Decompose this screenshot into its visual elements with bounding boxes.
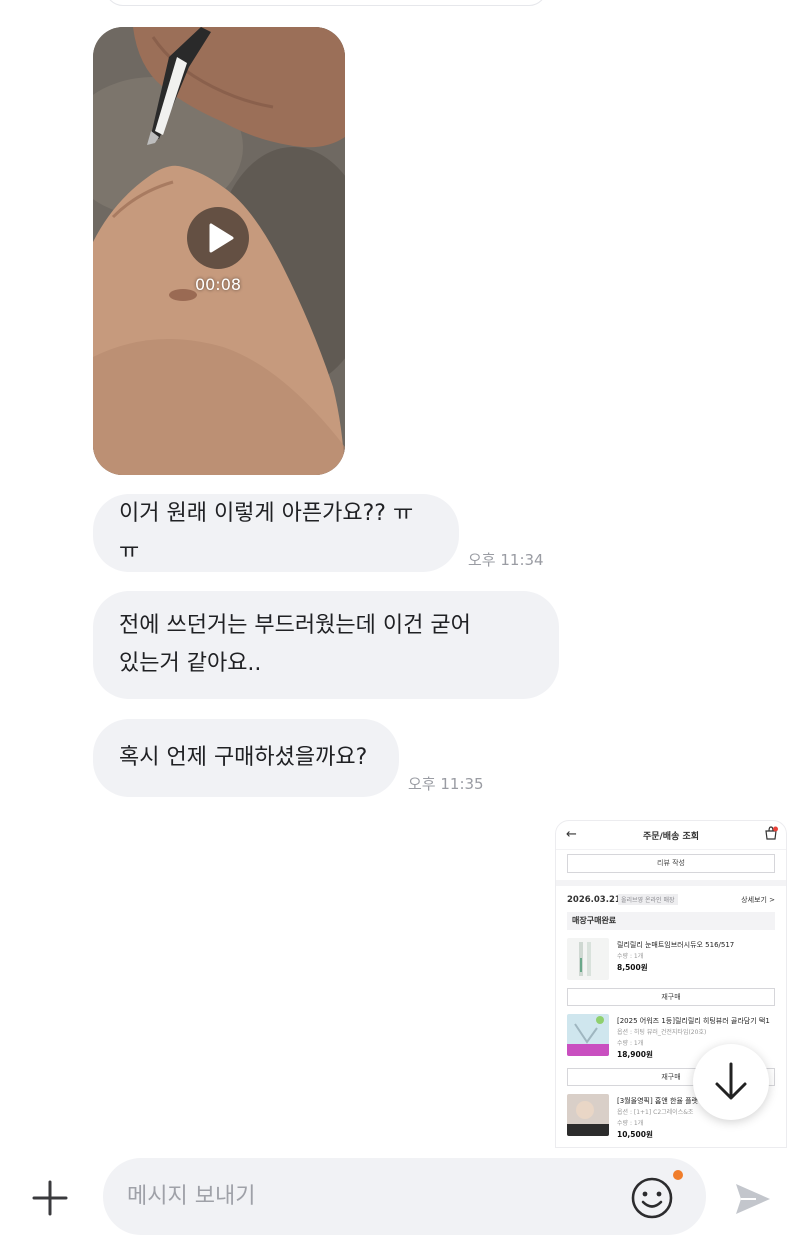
product-price: 8,500원 xyxy=(617,963,648,972)
notification-dot xyxy=(673,1170,683,1180)
product-price: 10,500원 xyxy=(617,1130,653,1139)
order-date: 2026.03.21 xyxy=(567,895,621,905)
rebuy-button: 재구매 xyxy=(567,988,775,1006)
message-timestamp: 오후 11:34 xyxy=(468,551,544,569)
message-input-placeholder: 메시지 보내기 xyxy=(127,1184,256,1209)
screenshot-header: ← 주문/배송 조회 xyxy=(556,821,786,850)
product-option: 옵션 : 히팅 뷰러_건전지타입(20호) xyxy=(617,1029,707,1036)
video-duration: 00:08 xyxy=(194,275,242,294)
message-timestamp: 오후 11:35 xyxy=(408,775,484,793)
order-date-row: 2026.03.21 올리브영 온라인 매장 상세보기 > xyxy=(567,890,775,910)
message-text: 이거 원래 이렇게 아픈가요?? ㅠㅠ xyxy=(119,501,414,564)
plus-icon[interactable] xyxy=(28,1176,72,1220)
play-button[interactable] xyxy=(187,207,249,269)
arrow-down-icon xyxy=(715,1062,747,1100)
product-name: [2025 어워즈 1등]릴리릴리 히팅뷰러 골라담기 택1 xyxy=(617,1017,770,1025)
divider xyxy=(556,880,786,886)
message-composer: 메시지 보내기 xyxy=(0,1150,800,1246)
order-tag: 올리브영 온라인 매장 xyxy=(618,894,678,905)
detail-link: 상세보기 > xyxy=(741,896,775,904)
product-thumbnail xyxy=(567,1094,609,1136)
message-text-line: 전에 쓰던거는 부드러웠는데 이건 굳어 xyxy=(119,613,471,638)
cart-icon xyxy=(765,826,778,840)
message-text: 혹시 언제 구매하셨을까요? xyxy=(119,745,368,770)
product-thumbnail xyxy=(567,938,609,980)
order-item: 릴리릴리 눈매트임브러시듀오 516/517 수량 : 1개 8,500원 xyxy=(567,930,775,986)
message-bubble[interactable]: 전에 쓰던거는 부드러웠는데 이건 굳어 있는거 같아요.. xyxy=(93,591,559,699)
emoji-icon[interactable] xyxy=(629,1175,675,1221)
message-bubble[interactable]: 이거 원래 이렇게 아픈가요?? ㅠㅠ xyxy=(93,494,459,572)
scroll-to-bottom-button[interactable] xyxy=(693,1044,769,1120)
video-message[interactable]: 00:08 xyxy=(93,27,345,475)
order-status: 매장구매완료 xyxy=(567,912,775,930)
product-quantity: 수량 : 1개 xyxy=(617,953,644,960)
previous-message-edge xyxy=(105,0,547,6)
review-button: 리뷰 작성 xyxy=(567,854,775,873)
product-thumbnail xyxy=(567,1014,609,1056)
play-icon xyxy=(209,223,234,253)
screenshot-title: 주문/배송 조회 xyxy=(642,832,700,842)
message-input[interactable]: 메시지 보내기 xyxy=(103,1158,706,1235)
send-icon[interactable] xyxy=(730,1176,776,1222)
product-name: 릴리릴리 눈매트임브러시듀오 516/517 xyxy=(617,941,735,949)
message-bubble[interactable]: 혹시 언제 구매하셨을까요? xyxy=(93,719,399,797)
message-text-line: 있는거 같아요.. xyxy=(119,651,262,676)
